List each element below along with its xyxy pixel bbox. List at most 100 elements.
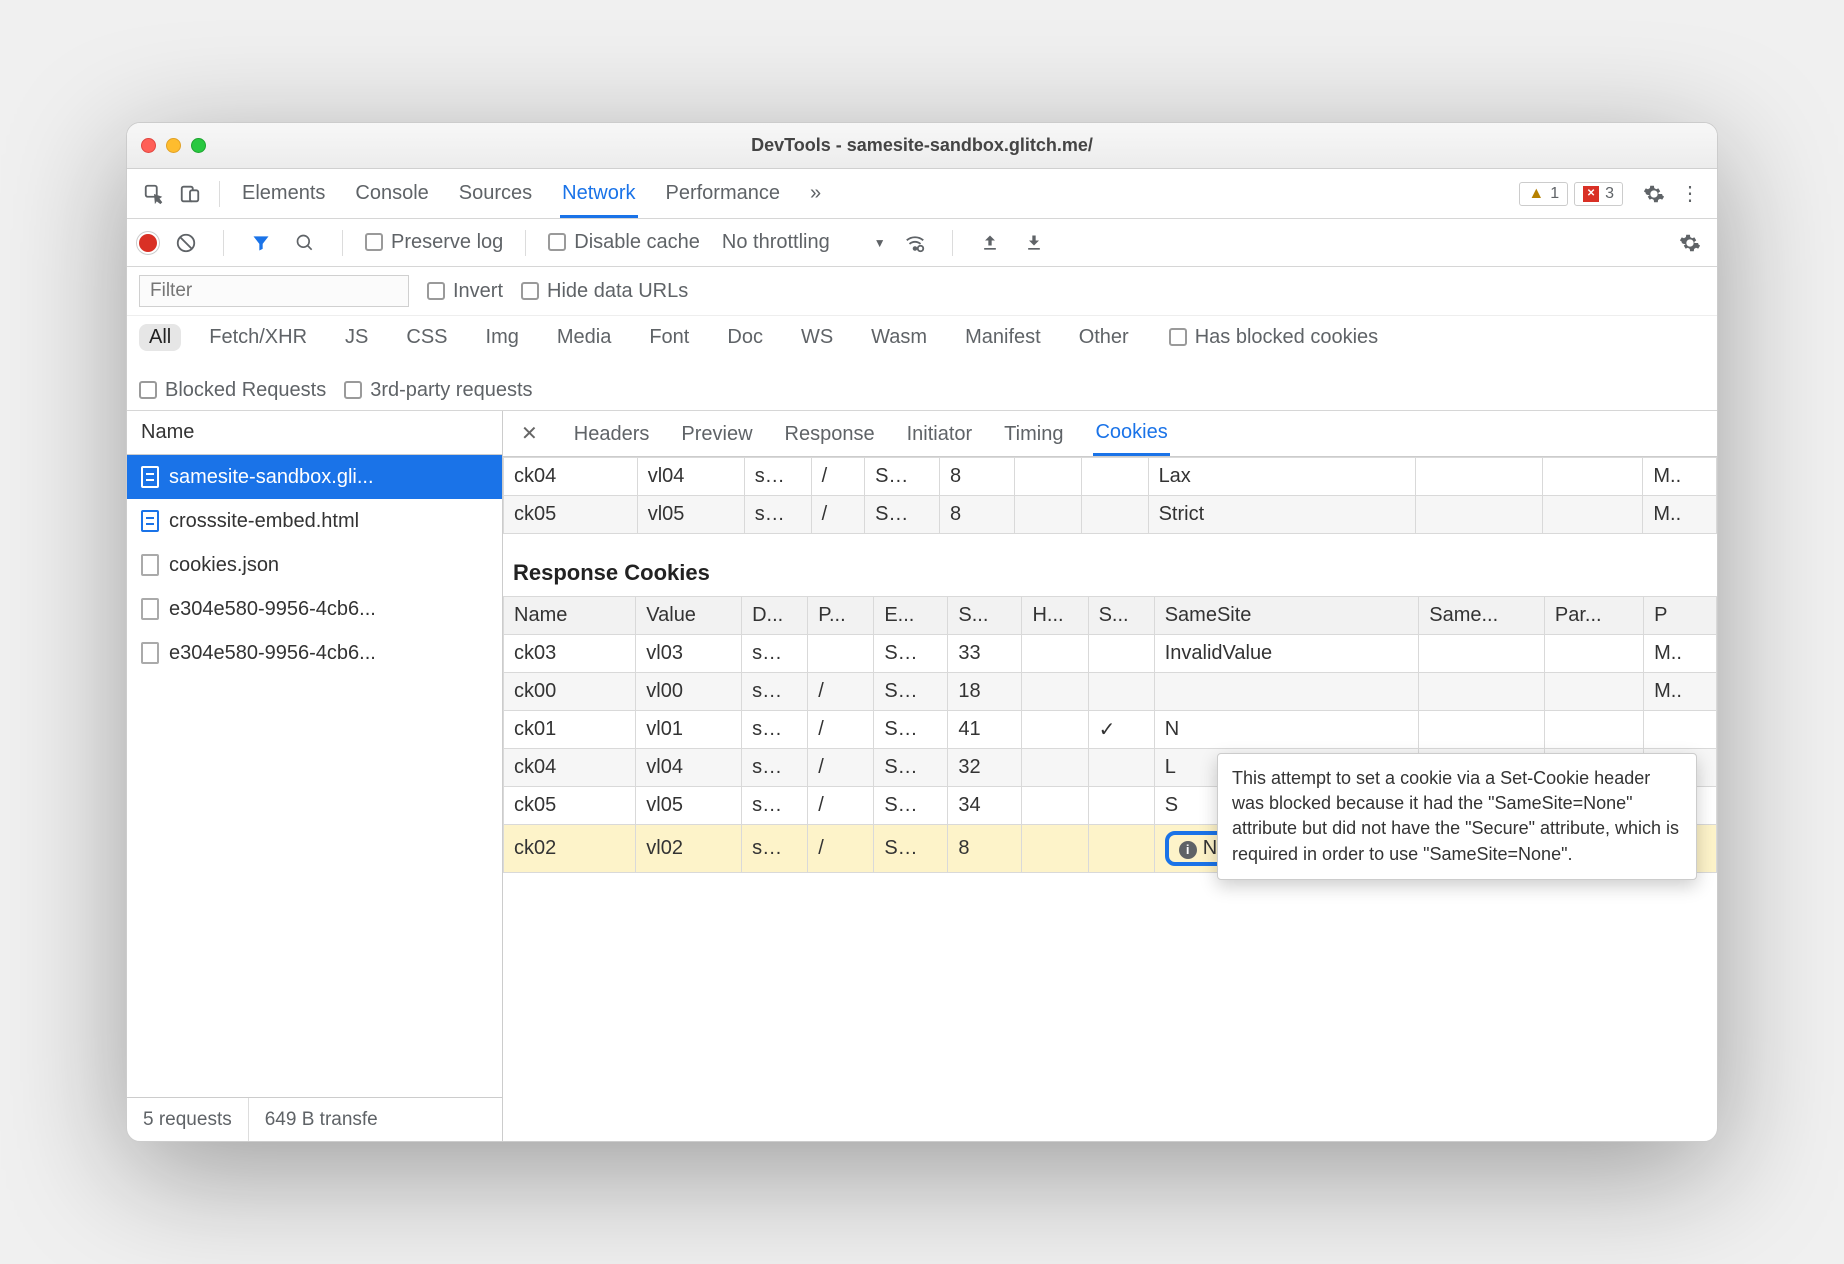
type-other[interactable]: Other [1069,324,1139,351]
upload-icon[interactable] [975,228,1005,258]
request-row[interactable]: cookies.json [127,543,502,587]
tab-performance[interactable]: Performance [664,170,783,218]
cookie-row[interactable]: ck01vl01s…/S…41✓N [504,711,1717,749]
cookie-cell [1644,711,1717,749]
warning-icon: ▲ [1528,185,1544,203]
clear-icon[interactable] [171,228,201,258]
preserve-log-checkbox[interactable]: Preserve log [365,231,503,254]
cookie-cell: s… [742,749,808,787]
cookie-header[interactable]: Value [636,597,742,635]
type-media[interactable]: Media [547,324,621,351]
type-all[interactable]: All [139,324,181,351]
download-icon[interactable] [1019,228,1049,258]
cookie-header[interactable]: S... [948,597,1022,635]
cookie-cell: M.. [1643,458,1717,496]
tab-network[interactable]: Network [560,170,637,218]
hide-data-urls-checkbox[interactable]: Hide data URLs [521,280,688,303]
third-party-checkbox[interactable]: 3rd-party requests [344,379,532,402]
cookie-cell: / [808,711,874,749]
cookie-cell [1022,711,1088,749]
blocked-requests-checkbox[interactable]: Blocked Requests [139,379,326,402]
cookie-cell: S… [865,458,940,496]
type-wasm[interactable]: Wasm [861,324,937,351]
cookie-row[interactable]: ck04vl04s…/S…8LaxM.. [504,458,1717,496]
dtab-cookies[interactable]: Cookies [1093,411,1169,456]
type-manifest[interactable]: Manifest [955,324,1051,351]
cookie-row[interactable]: ck03vl03s…S…33InvalidValueM.. [504,635,1717,673]
cookie-cell: 8 [948,825,1022,873]
record-button[interactable] [139,234,157,252]
cookie-cell: 32 [948,749,1022,787]
cookie-cell: N [1154,711,1419,749]
zoom-window[interactable] [191,138,206,153]
more-menu-icon[interactable]: ⋮ [1675,179,1705,209]
cookie-cell [1088,673,1154,711]
request-row[interactable]: e304e580-9956-4cb6... [127,631,502,675]
dtab-preview[interactable]: Preview [679,413,754,455]
details-content[interactable]: ck04vl04s…/S…8LaxM..ck05vl05s…/S…8Strict… [503,457,1717,1141]
type-fetch[interactable]: Fetch/XHR [199,324,317,351]
cookie-row[interactable]: ck00vl00s…/S…18M.. [504,673,1717,711]
cookie-row[interactable]: ck05vl05s…/S…8StrictM.. [504,496,1717,534]
cookie-cell [1543,496,1643,534]
tab-more[interactable]: » [808,170,823,218]
warnings-badge[interactable]: ▲ 1 [1519,182,1568,206]
type-img[interactable]: Img [476,324,529,351]
invert-checkbox[interactable]: Invert [427,280,503,303]
transfer-size: 649 B transfe [249,1098,394,1141]
cookie-cell: ck05 [504,787,636,825]
type-doc[interactable]: Doc [717,324,773,351]
dtab-headers[interactable]: Headers [572,413,652,455]
close-details-icon[interactable]: ✕ [515,421,544,446]
cookie-header[interactable]: D... [742,597,808,635]
type-css[interactable]: CSS [396,324,457,351]
tab-console[interactable]: Console [353,170,430,218]
tab-elements[interactable]: Elements [240,170,327,218]
search-icon[interactable] [290,228,320,258]
device-toggle-icon[interactable] [175,179,205,209]
cookie-header[interactable]: Name [504,597,636,635]
throttling-select[interactable]: No throttling ▼ [714,227,886,258]
type-ws[interactable]: WS [791,324,843,351]
network-conditions-icon[interactable] [900,228,930,258]
cookie-header[interactable]: E... [874,597,948,635]
close-window[interactable] [141,138,156,153]
type-font[interactable]: Font [639,324,699,351]
error-count: 3 [1605,185,1614,203]
file-icon [141,642,159,664]
cookie-cell: ck04 [504,458,638,496]
dtab-timing[interactable]: Timing [1002,413,1065,455]
cookie-header[interactable]: H... [1022,597,1088,635]
request-row[interactable]: crosssite-embed.html [127,499,502,543]
cookie-header[interactable]: Par... [1544,597,1643,635]
cookie-header[interactable]: P... [808,597,874,635]
filter-input[interactable] [139,275,409,307]
has-blocked-cookies-checkbox[interactable]: Has blocked cookies [1169,326,1378,349]
panel-tabs: Elements Console Sources Network Perform… [240,170,823,218]
tab-sources[interactable]: Sources [457,170,534,218]
settings-icon[interactable] [1639,179,1669,209]
document-icon [141,510,159,532]
disable-cache-checkbox[interactable]: Disable cache [548,231,700,254]
errors-badge[interactable]: ✕ 3 [1574,182,1623,206]
cookie-cell: vl03 [636,635,742,673]
window-title: DevTools - samesite-sandbox.glitch.me/ [127,135,1717,156]
cookie-cell: ck01 [504,711,636,749]
minimize-window[interactable] [166,138,181,153]
sidebar-header[interactable]: Name [127,411,502,455]
cookie-cell: ck02 [504,825,636,873]
inspect-icon[interactable] [139,179,169,209]
cookie-cell [1088,635,1154,673]
dtab-response[interactable]: Response [783,413,877,455]
request-row[interactable]: e304e580-9956-4cb6... [127,587,502,631]
cookie-header[interactable]: S... [1088,597,1154,635]
cookie-header[interactable]: SameSite [1154,597,1419,635]
cookie-header[interactable]: P [1644,597,1717,635]
dtab-initiator[interactable]: Initiator [905,413,975,455]
filter-icon[interactable] [246,228,276,258]
request-row[interactable]: samesite-sandbox.gli... [127,455,502,499]
network-settings-icon[interactable] [1675,228,1705,258]
type-js[interactable]: JS [335,324,378,351]
cookie-header[interactable]: Same... [1419,597,1545,635]
cookie-cell: s… [742,711,808,749]
